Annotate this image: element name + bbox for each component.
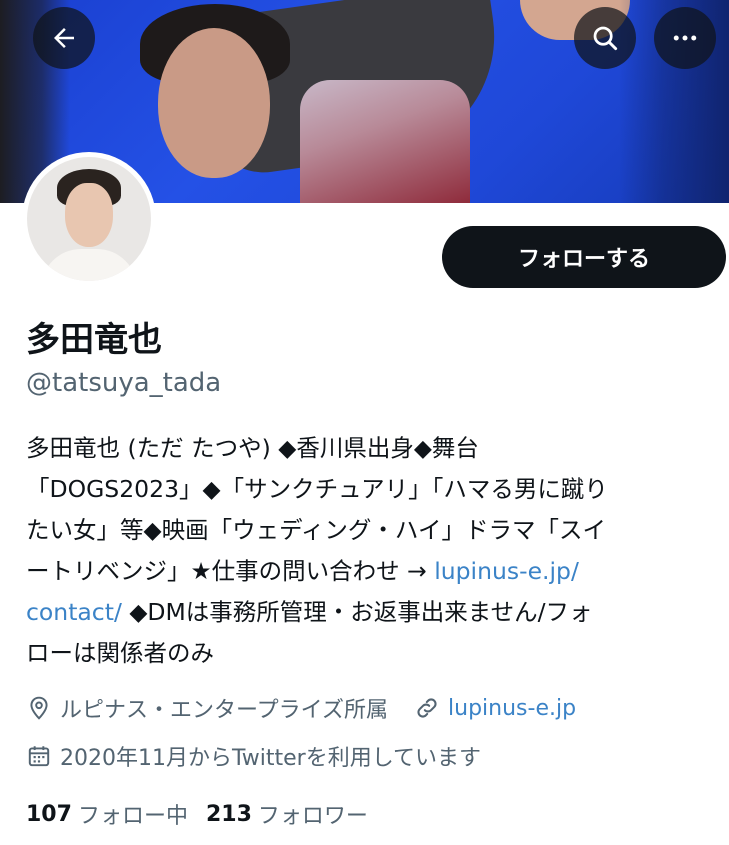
bio: 多田竜也 (ただ たつや) ◆香川県出身◆舞台 「DOGS2023」◆「サンクチ… (26, 428, 716, 674)
followers-label[interactable]: フォロワー (258, 798, 368, 830)
bio-line: ートリベンジ」★仕事の問い合わせ → lupinus-e.jp/ (26, 551, 716, 592)
follow-stats: 107 フォロー中 213 フォロワー (26, 798, 386, 830)
bio-text: ◆DMは事務所管理・お返事出来ません/フォ (121, 598, 593, 626)
banner-cloth (300, 80, 470, 203)
avatar[interactable] (22, 152, 156, 286)
more-dots-icon (673, 35, 697, 41)
display-name: 多田竜也 (26, 320, 162, 360)
website-link[interactable]: lupinus-e.jp (448, 696, 576, 721)
profile-meta: ルピナス・エンタープライズ所属 lupinus-e.jp (26, 692, 576, 724)
bio-line: たい女」等◆映画「ウェディング・ハイ」ドラマ「スイ (26, 516, 606, 544)
back-button[interactable] (33, 7, 95, 69)
search-icon (593, 26, 618, 51)
avatar-image (27, 157, 151, 281)
search-button[interactable] (574, 7, 636, 69)
user-handle: @tatsuya_tada (26, 368, 222, 398)
bio-line: ローは関係者のみ (26, 639, 214, 667)
follow-button[interactable]: フォローする (442, 226, 726, 288)
avatar-shirt (41, 249, 137, 281)
bio-text: ートリベンジ」★仕事の問い合わせ → (26, 557, 435, 585)
following-label[interactable]: フォロー中 (78, 798, 188, 830)
bio-line: contact/ ◆DMは事務所管理・お返事出来ません/フォ (26, 592, 716, 633)
bio-contact-link[interactable]: lupinus-e.jp/ (434, 557, 579, 585)
followers-count[interactable]: 213 (206, 802, 252, 827)
location-pin-icon (30, 696, 48, 720)
following-count[interactable]: 107 (26, 802, 72, 827)
arrow-left-icon (54, 28, 74, 48)
link-icon (417, 698, 437, 718)
joined-text: 2020年11月からTwitterを利用しています (60, 746, 482, 771)
calendar-icon (28, 746, 50, 767)
location-text: ルピナス・エンタープライズ所属 (60, 698, 389, 723)
location-item: ルピナス・エンタープライズ所属 (26, 692, 388, 724)
bio-contact-link-cont[interactable]: contact/ (26, 598, 122, 626)
bio-line: 「DOGS2023」◆「サンクチュアリ」「ハマる男に蹴り (26, 475, 608, 503)
banner-face (158, 28, 270, 178)
bio-line: 多田竜也 (ただ たつや) ◆香川県出身◆舞台 (26, 434, 479, 462)
joined-row: 2020年11月からTwitterを利用しています (26, 740, 481, 772)
more-button[interactable] (654, 7, 716, 69)
avatar-face (65, 183, 113, 247)
website-item[interactable]: lupinus-e.jp (414, 695, 576, 721)
